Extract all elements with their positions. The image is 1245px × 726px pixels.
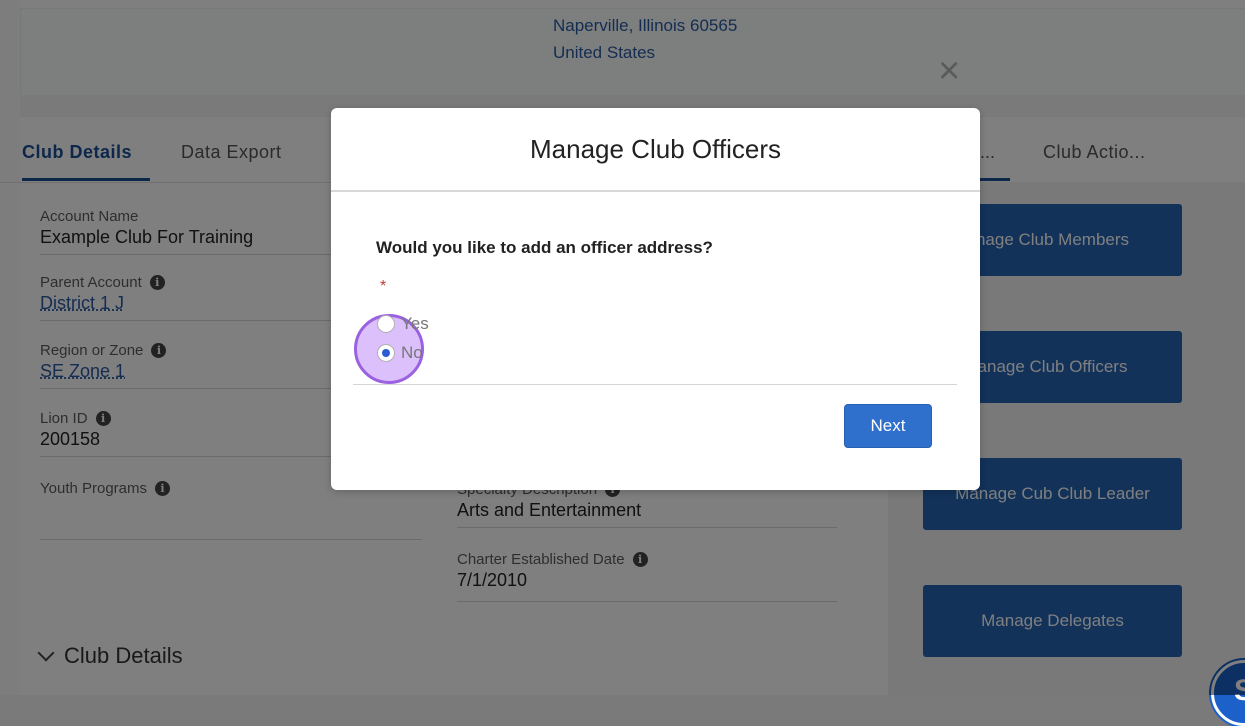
modal-header: Manage Club Officers (331, 108, 980, 192)
officer-address-question: Would you like to add an officer address… (376, 238, 713, 257)
radio-no-label: No (401, 343, 423, 362)
radio-yes-label: Yes (401, 314, 429, 333)
radio-yes[interactable] (377, 315, 395, 333)
modal-title: Manage Club Officers (530, 133, 781, 164)
radio-no[interactable] (377, 344, 395, 362)
modal-divider (353, 384, 957, 385)
next-button[interactable]: Next (844, 404, 932, 448)
manage-club-officers-modal: Manage Club Officers Would you like to a… (331, 108, 980, 490)
required-marker: * (380, 278, 387, 295)
radio-option-yes[interactable]: Yes (377, 314, 429, 334)
radio-option-no[interactable]: No (377, 343, 423, 363)
